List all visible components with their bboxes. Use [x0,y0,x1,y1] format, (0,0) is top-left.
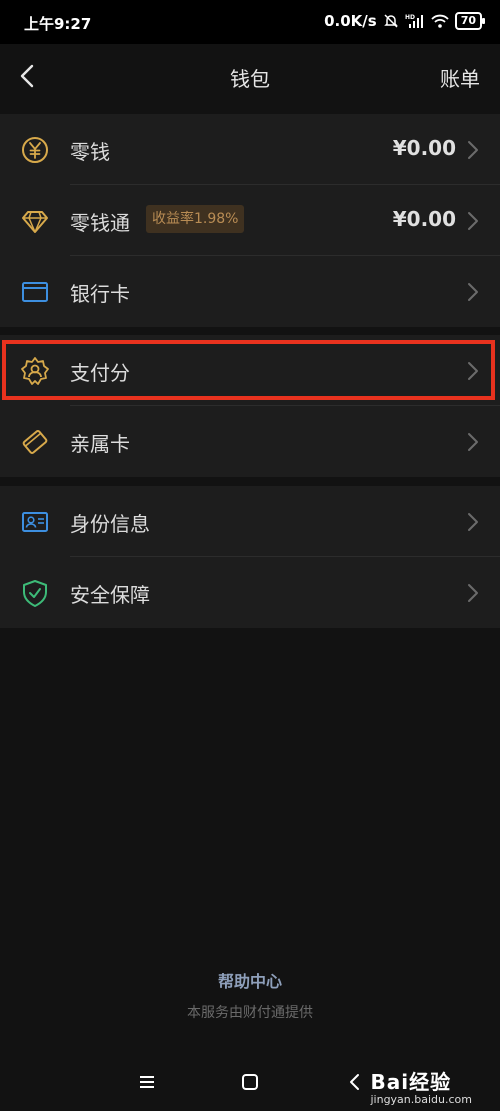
hd-signal-icon: HD [405,14,423,28]
status-bar: 上午9:27 0.0K/s HD 70 [0,0,500,44]
row-value: ¥0.00 [392,136,456,160]
wifi-icon [431,14,449,28]
shield-check-icon [23,580,47,607]
net-speed: 0.0K/s [324,12,377,30]
back-triangle-icon[interactable] [343,1070,367,1094]
menu-icon[interactable] [135,1070,159,1094]
yield-badge: 收益率1.98% [146,205,245,233]
row-label: 亲属卡 [70,432,130,456]
bank-card-icon [22,282,48,302]
chevron-right-icon [468,141,478,159]
row-identity-info[interactable]: 身份信息 [0,486,500,557]
yuan-coin-icon [22,137,48,163]
row-change-wallet[interactable]: 零钱通 收益率1.98% ¥0.00 [0,185,500,256]
row-label: 身份信息 [70,512,150,536]
row-value: ¥0.00 [392,207,456,231]
home-square-icon[interactable] [238,1070,262,1094]
watermark-url: jingyan.baidu.com [370,1093,472,1106]
battery-icon: 70 [454,12,486,30]
bill-button[interactable]: 账单 [440,63,480,92]
mute-bell-icon [383,14,398,28]
row-label: 零钱通 [70,211,130,235]
status-time: 上午9:27 [24,15,92,33]
row-label: 零钱 [70,140,110,164]
chevron-right-icon [468,513,478,531]
baidu-jingyan-watermark: Bai经验 jingyan.baidu.com [370,1066,472,1106]
row-label: 安全保障 [70,583,150,607]
chevron-right-icon [468,212,478,230]
row-family-card[interactable]: 亲属卡 [0,406,500,477]
chevron-right-icon [468,584,478,602]
row-security[interactable]: 安全保障 [0,557,500,628]
highlight-box [2,340,495,400]
id-card-icon [22,512,48,532]
wallet-group-balance: 零钱 ¥0.00 零钱通 收益率1.98% ¥0.00 银行卡 [0,114,500,327]
chevron-right-icon [468,433,478,451]
chevron-right-icon [468,283,478,301]
row-bank-card[interactable]: 银行卡 [0,256,500,327]
provider-note: 本服务由财付通提供 [187,1005,313,1021]
page-title: 钱包 [230,67,270,91]
row-change[interactable]: 零钱 ¥0.00 [0,114,500,185]
watermark-brand: Bai经验 [370,1070,452,1094]
status-indicators: 0.0K/s HD 70 [324,12,486,30]
diamond-icon [22,211,48,233]
nav-bar: 钱包 账单 [0,44,500,106]
help-center-link[interactable]: 帮助中心 [0,968,500,992]
svg-text:HD: HD [405,14,415,21]
family-card-icon [22,430,48,454]
wallet-group-account: 身份信息 安全保障 [0,486,500,628]
row-label: 银行卡 [70,282,130,306]
